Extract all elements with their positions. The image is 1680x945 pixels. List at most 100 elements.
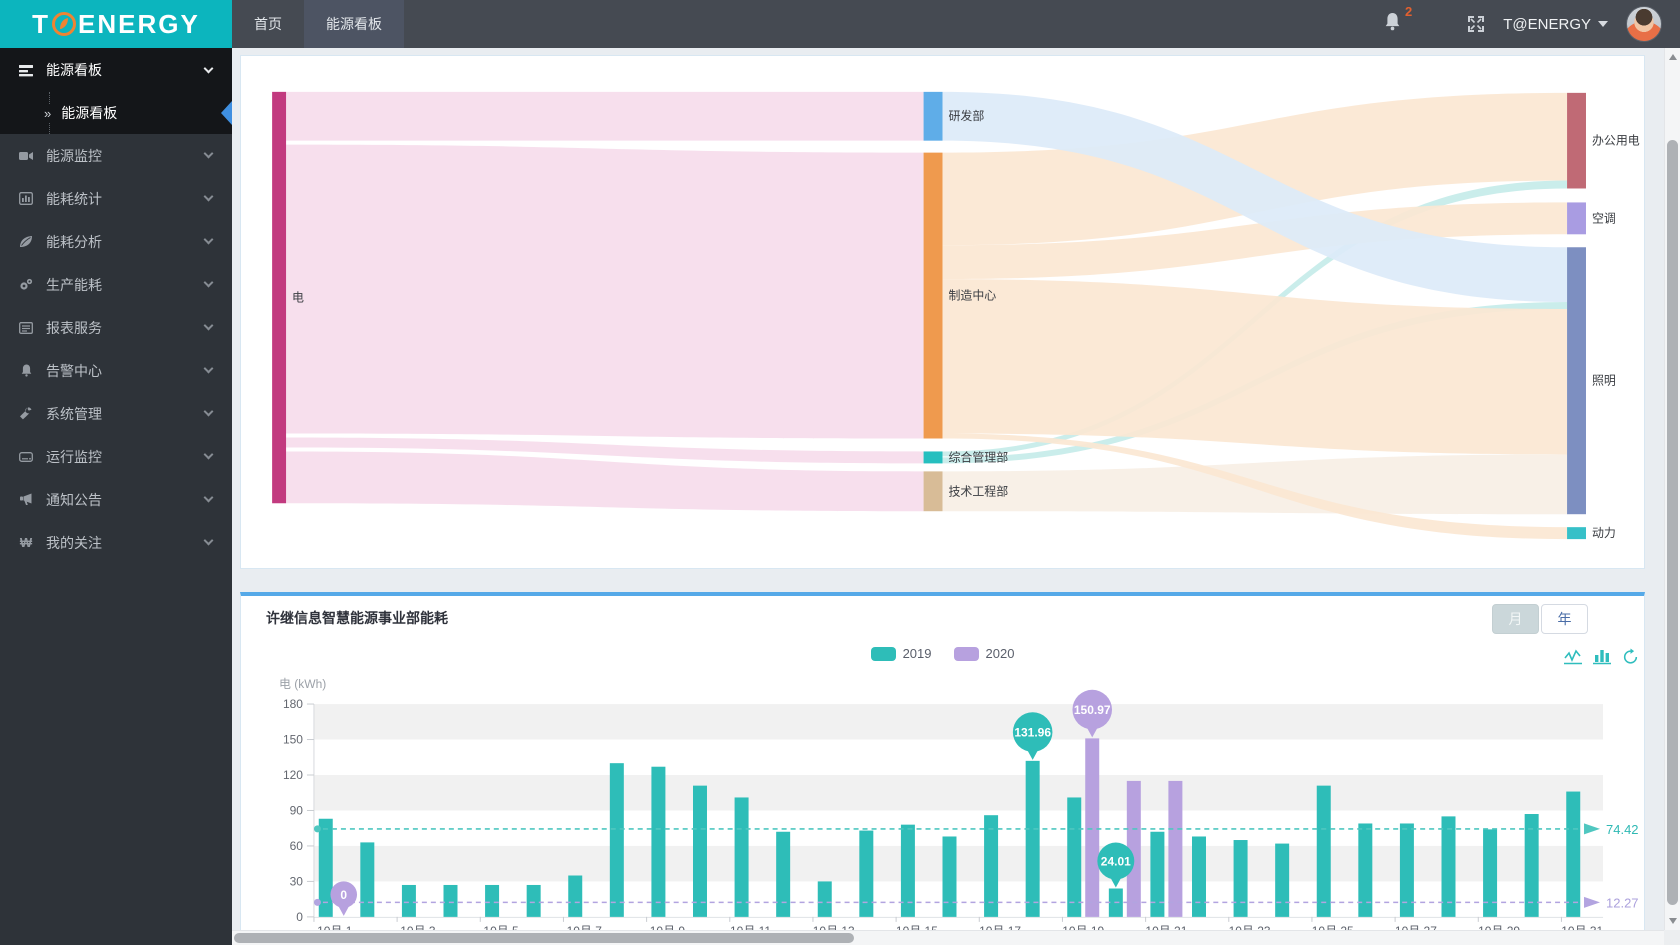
y-axis-label: 0 — [296, 910, 303, 924]
y-axis-label: 150 — [283, 733, 303, 747]
sankey-node-办公用电[interactable] — [1567, 92, 1586, 189]
sidebar-item-disk[interactable]: 运行监控 — [0, 435, 232, 478]
sidebar-item-camera[interactable]: 能源监控 — [0, 134, 232, 177]
sidebar-item-label: 能耗分析 — [46, 233, 102, 250]
top-tabs: 首页 能源看板 — [232, 0, 404, 48]
sidebar-item-label: 运行监控 — [46, 448, 102, 465]
user-menu[interactable]: T@ENERGY — [1503, 16, 1608, 33]
sidebar-item-label: 告警中心 — [46, 362, 102, 379]
grid-band — [313, 774, 1604, 811]
vertical-scrollbar[interactable] — [1664, 48, 1680, 930]
sankey-node-label: 制造中心 — [948, 288, 996, 303]
top-header: T ENERGY 首页 能源看板 2 T@ENERGY — [0, 0, 1680, 48]
bar-2019-10月 3[interactable] — [401, 884, 416, 917]
sankey-node-综合管理部[interactable] — [923, 451, 943, 464]
bar-2019-10月 7[interactable] — [568, 875, 583, 917]
vertical-scrollbar-thumb[interactable] — [1667, 140, 1678, 905]
sidebar-item-label: 能源看板 — [46, 62, 102, 78]
bar-2019-10月 23[interactable] — [1233, 840, 1248, 917]
sidebar-item-gears[interactable]: 生产能耗 — [0, 263, 232, 306]
dashboard-icon — [18, 62, 34, 78]
markline-value-label: 12.27 — [1606, 895, 1639, 910]
bar-2019-10月 22[interactable] — [1191, 836, 1206, 917]
bar-2019-10月 14[interactable] — [859, 830, 874, 917]
sankey-node-照明[interactable] — [1567, 247, 1586, 515]
fullscreen-icon[interactable] — [1467, 15, 1485, 33]
horizontal-scrollbar[interactable] — [232, 930, 1664, 945]
mark-point-value: 24.01 — [1101, 855, 1131, 869]
main-content: 电研发部 制造中心 综合管理部 技术工程部 办公用电 空调 照明 动力 许继信息智慧能源事业部… — [232, 48, 1680, 945]
sidebar-item-label: 通知公告 — [46, 491, 102, 508]
sankey-node-label: 技术工程部 — [948, 483, 1008, 498]
bar-2019-10月 11[interactable] — [734, 797, 749, 917]
bar-2019-10月 29[interactable] — [1483, 829, 1498, 917]
chevron-down-icon — [203, 191, 214, 202]
wrench-icon — [18, 406, 34, 422]
sankey-node-空调[interactable] — [1567, 202, 1586, 235]
markline-dot — [313, 825, 321, 833]
y-axis-label: 90 — [290, 803, 304, 817]
bar-2019-10月 16[interactable] — [942, 836, 957, 917]
horizontal-scrollbar-thumb[interactable] — [234, 933, 854, 943]
chevron-down-icon — [203, 406, 214, 417]
bar-2019-10月 2[interactable] — [360, 842, 375, 917]
active-pointer-icon — [221, 101, 232, 125]
logo-text-suffix: ENERGY — [78, 8, 200, 39]
sankey-node-制造中心[interactable] — [923, 152, 943, 439]
y-axis-label: 180 — [283, 697, 303, 711]
sidebar-item-label: 报表服务 — [46, 319, 102, 336]
bar-2019-10月 6[interactable] — [526, 884, 541, 917]
bar-2019-10月 31[interactable] — [1566, 791, 1581, 917]
scroll-down-arrow-icon[interactable] — [1669, 918, 1677, 924]
bar-2019-10月 9[interactable] — [651, 766, 666, 917]
chevron-down-icon — [203, 535, 214, 546]
bar-2019-10月 13[interactable] — [817, 881, 832, 917]
tab-home[interactable]: 首页 — [232, 0, 304, 48]
notification-bell-icon[interactable]: 2 — [1384, 4, 1412, 36]
report-icon — [18, 320, 34, 336]
sankey-node-label: 照明 — [1592, 374, 1616, 388]
bar-2019-10月 4[interactable] — [443, 884, 458, 917]
bar-2019-10月 10[interactable] — [693, 785, 707, 917]
markline-arrow-icon — [1584, 896, 1601, 908]
scrollbar-corner — [1664, 930, 1680, 945]
bar-2019-10月 8[interactable] — [609, 763, 624, 917]
sankey-node-研发部[interactable] — [923, 91, 943, 141]
tab-energy-dashboard[interactable]: 能源看板 — [304, 0, 404, 48]
chevron-down-icon — [203, 277, 214, 288]
y-axis-label: 60 — [290, 839, 304, 853]
avatar[interactable] — [1626, 6, 1662, 42]
y-axis-label: 30 — [290, 874, 304, 888]
sankey-node-电[interactable] — [272, 91, 287, 504]
sidebar-subitem-energy-dashboard[interactable]: » 能源看板 — [0, 92, 232, 134]
sankey-node-技术工程部[interactable] — [923, 471, 943, 512]
sidebar-item-dashboard[interactable]: 能源看板 — [0, 48, 232, 92]
sidebar-item-won[interactable]: ₩ 我的关注 — [0, 521, 232, 564]
sidebar-item-report[interactable]: 报表服务 — [0, 306, 232, 349]
sankey-node-动力[interactable] — [1567, 527, 1586, 540]
sidebar-item-megaphone[interactable]: 通知公告 — [0, 478, 232, 521]
bar-2019-10月 25[interactable] — [1316, 785, 1331, 917]
sidebar-item-bar-chart[interactable]: 能耗统计 — [0, 177, 232, 220]
bar-2020-10月 19[interactable] — [1085, 738, 1100, 917]
bar-2019-10月 18[interactable] — [1025, 760, 1040, 917]
sankey-link-电-研发部 — [286, 91, 924, 141]
bar-2019-10月 12[interactable] — [776, 831, 791, 917]
sidebar-item-wrench[interactable]: 系统管理 — [0, 392, 232, 435]
chevron-down-icon — [203, 320, 214, 331]
leaf-icon — [18, 234, 34, 250]
bar-2019-10月 19[interactable] — [1067, 797, 1082, 917]
bar-2020-10月 21[interactable] — [1168, 780, 1183, 917]
sankey-node-label: 空调 — [1592, 211, 1616, 225]
user-caret-icon — [1598, 21, 1608, 27]
y-axis-label: 120 — [283, 768, 303, 782]
markline-value-label: 74.42 — [1606, 822, 1639, 837]
bar-2019-10月 21[interactable] — [1150, 831, 1165, 917]
scroll-up-arrow-icon[interactable] — [1669, 54, 1677, 60]
bar-2019-10月 5[interactable] — [485, 884, 500, 917]
sidebar-item-leaf[interactable]: 能耗分析 — [0, 220, 232, 263]
bar-2019-10月 24[interactable] — [1275, 843, 1290, 917]
mark-point-value: 0 — [340, 888, 347, 902]
sidebar-item-bell[interactable]: 告警中心 — [0, 349, 232, 392]
app-logo[interactable]: T ENERGY — [0, 0, 232, 48]
